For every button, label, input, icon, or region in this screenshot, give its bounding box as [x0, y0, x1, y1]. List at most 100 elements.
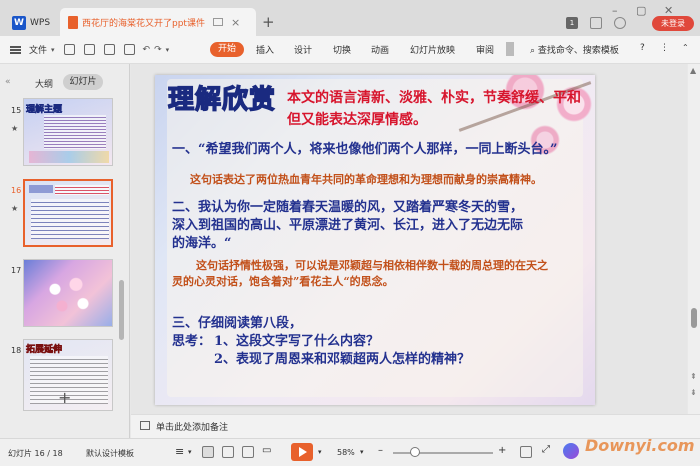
slide-point-2-line-1: 二、我认为你一定随着春天温暖的风，又踏着严寒冬天的雪，	[172, 200, 524, 215]
thumbnail-scrollbar[interactable]	[119, 280, 124, 340]
normal-view-icon[interactable]	[202, 446, 214, 458]
outline-notes-icon[interactable]: ≡	[175, 445, 184, 458]
thumb-title: 理解主题	[26, 105, 63, 116]
search-icon: ⌕	[530, 46, 536, 56]
zoom-slider-track[interactable]	[393, 452, 493, 454]
close-tab-icon[interactable]: ×	[231, 16, 240, 29]
document-tab[interactable]: 西花厅的海棠花又开了ppt课件 ×	[60, 8, 256, 36]
scroll-up-icon[interactable]: ▲	[690, 66, 696, 75]
next-slide-icon[interactable]: ⇟	[690, 388, 697, 397]
play-slideshow-button[interactable]	[291, 443, 313, 461]
more-tabs-icon[interactable]	[506, 42, 514, 56]
slide-vertical-scrollbar[interactable]	[688, 64, 700, 414]
wps-tab-label: WPS	[30, 17, 51, 28]
chevron-down-icon[interactable]: ▾	[188, 448, 192, 456]
export-icon[interactable]	[103, 44, 115, 55]
preview-icon[interactable]	[123, 44, 135, 55]
collapse-ribbon-icon[interactable]: ⌃	[682, 43, 689, 52]
slide-point-2-line-3: 的海洋。“	[172, 236, 232, 251]
add-slide-plus-icon[interactable]: +	[58, 388, 71, 407]
presentation-file-icon	[68, 15, 78, 29]
search-command-box[interactable]: ⌕ 查找命令、搜索模板	[530, 43, 619, 56]
menu-tab-review[interactable]: 审阅	[476, 43, 494, 56]
wps-logo-icon: W	[12, 15, 26, 30]
star-icon: ★	[11, 204, 19, 213]
zoom-in-icon[interactable]: +	[498, 445, 506, 456]
star-icon: ★	[11, 124, 19, 133]
file-menu[interactable]: 文件	[29, 43, 47, 56]
previous-slide-icon[interactable]: ⇞	[690, 372, 697, 381]
restore-window-icon[interactable]: ▢	[636, 4, 646, 17]
new-tab-plus-icon[interactable]: +	[262, 13, 275, 31]
login-button[interactable]: 未登录	[652, 16, 694, 31]
workspace-badge[interactable]: 1	[566, 17, 578, 29]
slide-point-2-note-line-2: 灵的心灵对话，饱含着对”看花主人“的思念。	[172, 275, 394, 288]
thumb-decoration	[29, 151, 109, 163]
slide-number-16: 16	[11, 186, 22, 195]
fullscreen-icon[interactable]: ⤢	[542, 444, 554, 456]
document-tab-title: 西花厅的海棠花又开了ppt课件	[82, 18, 205, 29]
undo-icon[interactable]: ↶	[143, 45, 151, 55]
menu-tab-transition[interactable]: 切换	[333, 43, 351, 56]
monitor-icon[interactable]	[212, 18, 223, 26]
thumb-title: 拓展延伸	[26, 345, 63, 356]
slide-point-2-line-2: 深入到祖国的高山、平原漂进了黄河、长江，进入了无边无际	[172, 218, 524, 233]
slide-number-18: 18	[11, 346, 22, 355]
slide-intro-text: 本文的语言清新、淡雅、朴实，节奏舒缓、平和但又能表达深厚情感。	[287, 90, 581, 128]
notes-icon	[140, 421, 150, 430]
menu-tab-insert[interactable]: 插入	[256, 43, 274, 56]
chevron-down-icon[interactable]: ▾	[318, 448, 322, 456]
slide-question-label: 思考：	[172, 334, 212, 349]
notes-placeholder[interactable]: 单击此处添加备注	[156, 420, 228, 433]
menu-tab-start[interactable]: 开始	[210, 42, 244, 57]
wps-home-tab[interactable]: W WPS	[4, 9, 56, 36]
slide-thumbnail-15[interactable]: 理解主题	[23, 98, 113, 166]
more-options-icon[interactable]: ⋮	[660, 43, 669, 53]
more-chevron-icon[interactable]: ▾	[166, 46, 170, 54]
menu-tab-slideshow[interactable]: 幻灯片放映	[410, 43, 455, 56]
slide-thumbnail-16[interactable]	[23, 179, 113, 247]
redo-icon[interactable]: ↷	[154, 45, 162, 55]
hamburger-menu-icon[interactable]	[10, 45, 21, 54]
reading-view-icon[interactable]	[242, 446, 254, 458]
thumb-text-block	[31, 199, 109, 239]
tab-outline[interactable]: 大纲	[35, 77, 53, 90]
slide-thumbnail-17[interactable]	[23, 259, 113, 327]
thumb-title-block	[29, 185, 53, 193]
slide-point-1-note: 这句话表达了两位热血青年共同的革命理想和为理想而献身的崇高精神。	[190, 173, 542, 186]
chevron-down-icon[interactable]: ▾	[51, 46, 55, 54]
collapse-panel-icon[interactable]: «	[5, 77, 11, 87]
assistant-logo-icon[interactable]	[563, 443, 579, 459]
thumb-red-lines	[55, 185, 109, 195]
grid-view-icon[interactable]	[590, 17, 602, 29]
tab-slides[interactable]: 幻灯片	[63, 74, 103, 90]
slide-question-1: 1、这段文字写了什么内容？	[214, 334, 380, 349]
skin-icon[interactable]	[614, 17, 626, 29]
slide-number-15: 15	[11, 106, 22, 115]
menu-tab-design[interactable]: 设计	[294, 43, 312, 56]
minimize-window-icon[interactable]: –	[612, 4, 618, 17]
zoom-out-icon[interactable]: –	[378, 445, 383, 456]
help-icon[interactable]: ?	[640, 43, 645, 53]
slide-title: 理解欣赏	[167, 84, 277, 115]
print-icon[interactable]	[83, 44, 95, 55]
scrollbar-thumb[interactable]	[691, 308, 697, 328]
thumb-flowers	[34, 270, 104, 318]
slide-point-1: 一、“希望我们两个人，将来也像他们两个人那样，一同上断头台。”	[172, 142, 558, 157]
site-watermark: Downyi.com	[585, 436, 695, 455]
save-icon[interactable]	[63, 44, 75, 55]
slide-question-2: 2、表现了周恩来和邓颖超两人怎样的精神？	[214, 352, 471, 367]
thumb-text-block	[44, 115, 106, 149]
design-template-name[interactable]: 默认设计模板	[86, 448, 134, 459]
slideshow-menu-icon[interactable]: ▭	[262, 445, 274, 457]
slide-sorter-icon[interactable]	[222, 446, 234, 458]
zoom-slider-handle[interactable]	[410, 447, 420, 457]
chevron-down-icon[interactable]: ▾	[360, 448, 364, 456]
slide-count: 幻灯片 16 / 18	[8, 449, 63, 458]
fit-window-icon[interactable]	[520, 446, 532, 458]
menu-tab-animation[interactable]: 动画	[371, 43, 389, 56]
zoom-level[interactable]: 58%	[337, 448, 355, 457]
search-command-label: 查找命令、搜索模板	[537, 46, 619, 56]
slide-point-3: 三、仔细阅读第八段，	[172, 316, 303, 331]
slide-number-17: 17	[11, 266, 22, 275]
